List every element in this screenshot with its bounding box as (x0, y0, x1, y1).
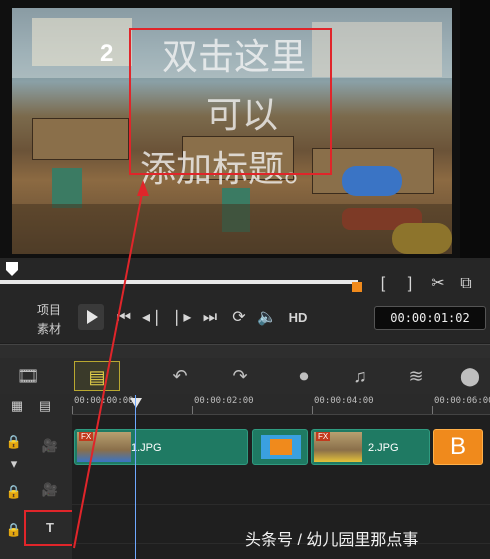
watermark-text: 头条号 / 幼儿园里那点事 (245, 532, 419, 549)
annotation-arrow (73, 180, 149, 549)
